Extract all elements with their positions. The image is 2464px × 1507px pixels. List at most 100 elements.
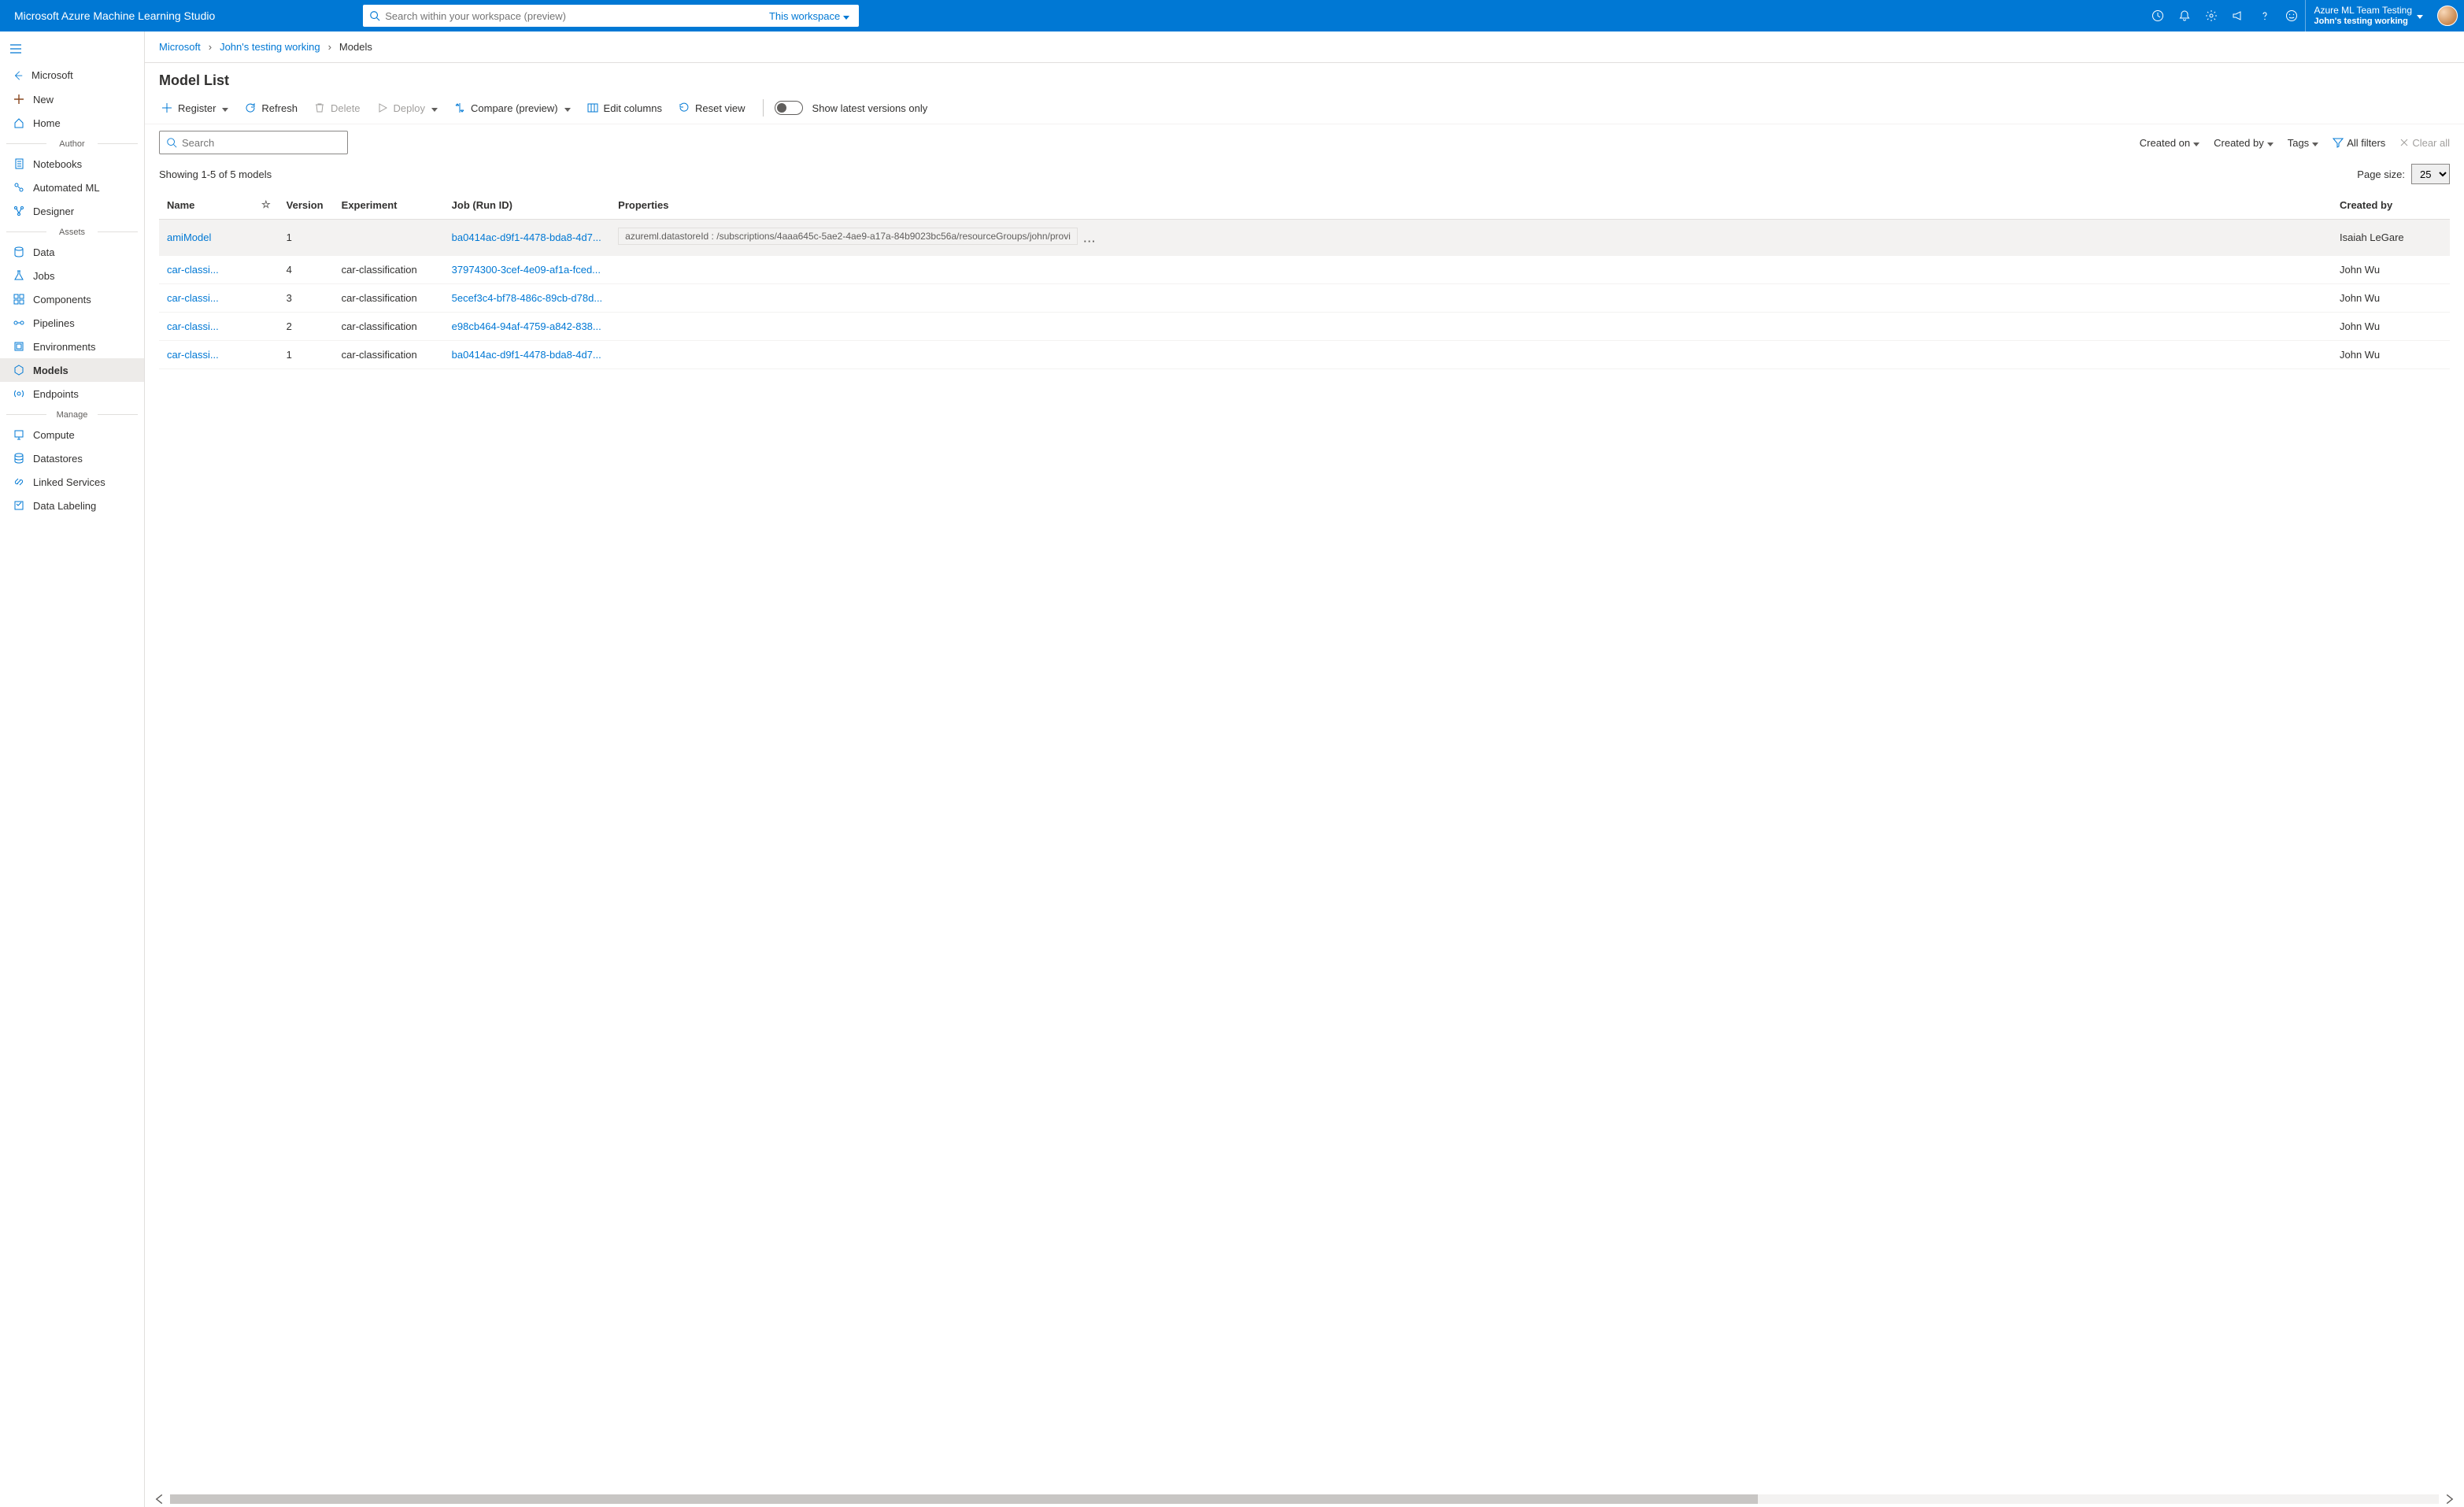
nav-toggle-button[interactable] xyxy=(5,38,27,60)
sidebar-item-label: Compute xyxy=(33,429,75,441)
model-name-link[interactable]: car-classi... xyxy=(167,349,219,361)
sidebar-item-automated-ml[interactable]: Automated ML xyxy=(0,176,144,199)
filter-created-on[interactable]: Created on xyxy=(2140,137,2199,149)
breadcrumb-item[interactable]: John's testing working xyxy=(220,41,320,53)
sidebar-item-environments[interactable]: Environments xyxy=(0,335,144,358)
edit-columns-button[interactable]: Edit columns xyxy=(580,97,668,119)
filter-label: Tags xyxy=(2288,137,2309,149)
compare-button[interactable]: Compare (preview) xyxy=(447,97,577,119)
show-latest-label: Show latest versions only xyxy=(812,102,928,114)
sidebar-item-linked-services[interactable]: Linked Services xyxy=(0,470,144,494)
user-avatar[interactable] xyxy=(2437,6,2458,26)
sidebar-item-label: Components xyxy=(33,294,91,305)
column-header[interactable]: ☆ xyxy=(253,191,279,220)
sidebar-item-endpoints[interactable]: Endpoints xyxy=(0,382,144,405)
refresh-button[interactable]: Refresh xyxy=(238,97,304,119)
show-latest-toggle[interactable] xyxy=(775,101,803,115)
filter-tags[interactable]: Tags xyxy=(2288,137,2318,149)
filter-created-by[interactable]: Created by xyxy=(2214,137,2273,149)
global-search-input[interactable] xyxy=(385,6,769,26)
scrollbar-thumb[interactable] xyxy=(170,1494,1758,1504)
row-more-button[interactable]: ··· xyxy=(1081,235,1100,247)
job-link[interactable]: e98cb464-94af-4759-a842-838... xyxy=(452,320,601,332)
table-search-input[interactable] xyxy=(182,137,341,149)
label-icon xyxy=(13,499,25,512)
scrollbar-track[interactable] xyxy=(170,1494,2439,1504)
feedback-icon[interactable] xyxy=(2278,0,2305,31)
sidebar-item-components[interactable]: Components xyxy=(0,287,144,311)
reset-view-label: Reset view xyxy=(695,102,745,114)
env-icon xyxy=(13,340,25,353)
sidebar-item-label: Data xyxy=(33,246,54,258)
sidebar-item-new[interactable]: New xyxy=(0,87,144,111)
models-table: Name☆VersionExperimentJob (Run ID)Proper… xyxy=(159,191,2450,369)
flask-icon xyxy=(13,269,25,282)
search-scope-dropdown[interactable]: This workspace xyxy=(769,10,853,22)
scroll-left-icon[interactable] xyxy=(154,1494,165,1505)
table-search[interactable] xyxy=(159,131,348,154)
sidebar-item-data[interactable]: Data xyxy=(0,240,144,264)
tenant-switcher[interactable]: Azure ML Team Testing John's testing wor… xyxy=(2305,0,2431,31)
column-header[interactable]: Experiment xyxy=(334,191,444,220)
chevron-down-icon xyxy=(2267,137,2273,149)
table-row[interactable]: car-classi...1car-classificationba0414ac… xyxy=(159,341,2450,369)
horizontal-scrollbar[interactable] xyxy=(145,1491,2464,1507)
sidebar-item-notebooks[interactable]: Notebooks xyxy=(0,152,144,176)
chevron-down-icon xyxy=(431,102,438,114)
settings-icon[interactable] xyxy=(2198,0,2225,31)
job-link[interactable]: 5ecef3c4-bf78-486c-89cb-d78d... xyxy=(452,292,603,304)
designer-icon xyxy=(13,205,25,217)
column-header[interactable]: Version xyxy=(279,191,334,220)
model-name-link[interactable]: car-classi... xyxy=(167,292,219,304)
compare-label: Compare (preview) xyxy=(471,102,558,114)
sidebar-item-datastores[interactable]: Datastores xyxy=(0,446,144,470)
recent-icon[interactable] xyxy=(2144,0,2171,31)
clear-all-button[interactable]: Clear all xyxy=(2399,137,2450,149)
pipeline-icon xyxy=(13,317,25,329)
sidebar-item-data-labeling[interactable]: Data Labeling xyxy=(0,494,144,517)
table-row[interactable]: car-classi...3car-classification5ecef3c4… xyxy=(159,284,2450,313)
model-name-link[interactable]: car-classi... xyxy=(167,320,219,332)
reset-view-button[interactable]: Reset view xyxy=(671,97,752,119)
all-filters-button[interactable]: All filters xyxy=(2333,137,2385,149)
cell-created-by: John Wu xyxy=(2332,284,2450,313)
help-icon[interactable] xyxy=(2251,0,2278,31)
model-name-link[interactable]: amiModel xyxy=(167,231,211,243)
sidebar-item-jobs[interactable]: Jobs xyxy=(0,264,144,287)
sidebar-item-models[interactable]: Models xyxy=(0,358,144,382)
sidebar-item-compute[interactable]: Compute xyxy=(0,423,144,446)
filter-label: Created by xyxy=(2214,137,2264,149)
register-button[interactable]: Register xyxy=(154,97,235,119)
model-name-link[interactable]: car-classi... xyxy=(167,264,219,276)
sidebar-item-label: Designer xyxy=(33,206,74,217)
sidebar-item-home[interactable]: Home xyxy=(0,111,144,135)
sidebar-item-label: New xyxy=(33,94,54,106)
sidebar-item-label: Endpoints xyxy=(33,388,79,400)
announce-icon[interactable] xyxy=(2225,0,2251,31)
scroll-right-icon[interactable] xyxy=(2444,1494,2455,1505)
breadcrumb-item[interactable]: Microsoft xyxy=(159,41,201,53)
table-row[interactable]: amiModel1ba0414ac-d9f1-4478-bda8-4d7...a… xyxy=(159,220,2450,256)
sidebar-group-assets: Assets xyxy=(0,223,144,240)
table-row[interactable]: car-classi...2car-classificatione98cb464… xyxy=(159,313,2450,341)
global-search[interactable]: This workspace xyxy=(363,5,859,27)
sidebar-back-link[interactable]: Microsoft xyxy=(0,63,144,87)
column-header[interactable]: Name xyxy=(159,191,253,220)
sidebar-item-designer[interactable]: Designer xyxy=(0,199,144,223)
table-row[interactable]: car-classi...4car-classification37974300… xyxy=(159,256,2450,284)
column-header[interactable]: Created by xyxy=(2332,191,2450,220)
search-icon xyxy=(369,10,380,21)
sidebar-item-label: Linked Services xyxy=(33,476,105,488)
job-link[interactable]: 37974300-3cef-4e09-af1a-fced... xyxy=(452,264,601,276)
sidebar-item-label: Models xyxy=(33,365,68,376)
sidebar-item-label: Home xyxy=(33,117,61,129)
column-header[interactable]: Properties xyxy=(610,191,2332,220)
column-header[interactable]: Job (Run ID) xyxy=(444,191,611,220)
page-size-select[interactable]: 25 xyxy=(2411,164,2450,184)
compute-icon xyxy=(13,428,25,441)
job-link[interactable]: ba0414ac-d9f1-4478-bda8-4d7... xyxy=(452,349,601,361)
job-link[interactable]: ba0414ac-d9f1-4478-bda8-4d7... xyxy=(452,231,601,243)
notifications-icon[interactable] xyxy=(2171,0,2198,31)
sidebar-item-pipelines[interactable]: Pipelines xyxy=(0,311,144,335)
cell-created-by: John Wu xyxy=(2332,256,2450,284)
